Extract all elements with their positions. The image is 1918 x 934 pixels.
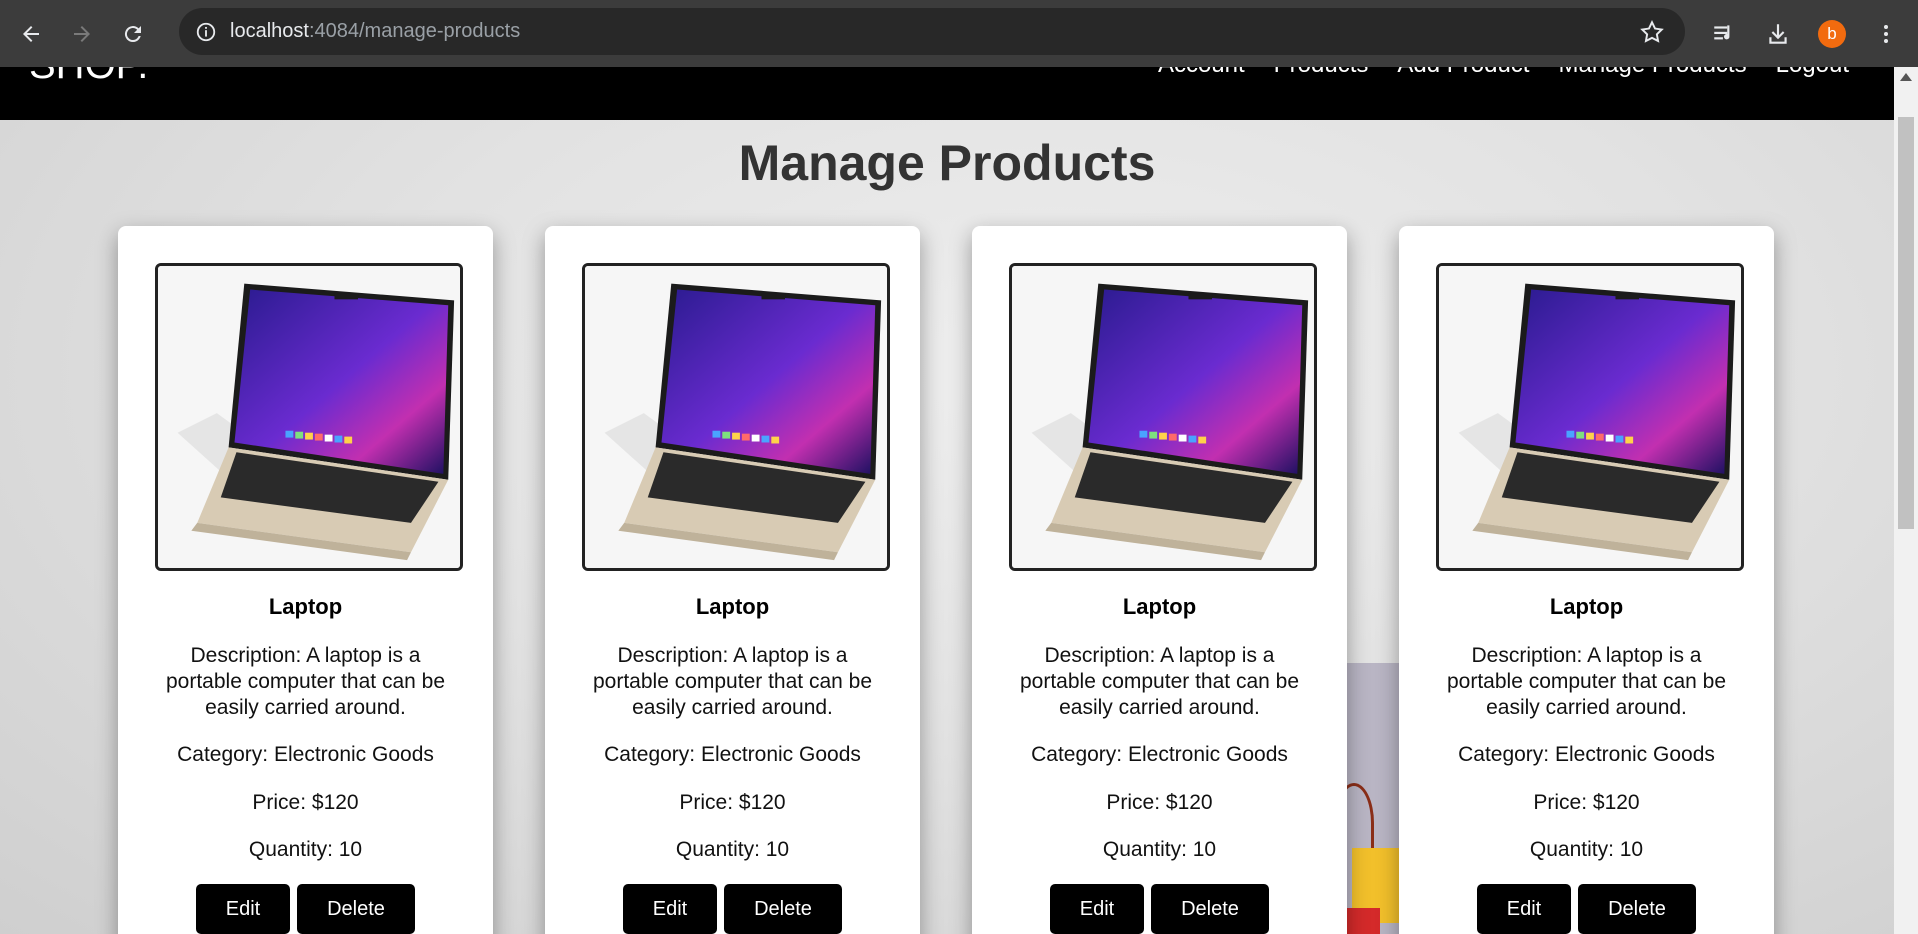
browser-actions: b <box>1710 0 1918 67</box>
product-category: Category: Electronic Goods <box>177 743 434 766</box>
url-host: localhost <box>230 20 309 42</box>
product-name: Laptop <box>1122 594 1197 619</box>
page-title: Manage Products <box>738 135 1156 191</box>
nav-links: Account Products Add Product Manage Prod… <box>1129 67 1849 84</box>
product-grid: Laptop Description: A laptop is a portab… <box>118 226 1774 934</box>
product-description: Description: A laptop is a portable comp… <box>592 644 872 719</box>
product-name: Laptop <box>1549 594 1624 619</box>
star-icon[interactable] <box>1639 19 1665 45</box>
media-queue-icon[interactable] <box>1710 20 1738 48</box>
page-viewport: SHOP. Account Products Add Product Manag… <box>0 67 1918 934</box>
nav-link-add-product[interactable]: Add Product <box>1397 67 1529 84</box>
product-description: Description: A laptop is a portable comp… <box>1446 644 1726 719</box>
product-image <box>582 263 890 571</box>
url-text[interactable]: localhost:4084/manage-products <box>230 20 520 43</box>
product-card: Laptop Description: A laptop is a portab… <box>972 226 1347 934</box>
product-card: Laptop Description: A laptop is a portab… <box>1399 226 1774 934</box>
edit-button[interactable]: Edit <box>196 884 290 934</box>
download-icon[interactable] <box>1764 20 1792 48</box>
product-quantity: Quantity: 10 <box>1529 838 1644 861</box>
reload-icon[interactable] <box>113 14 153 54</box>
product-description: Description: A laptop is a portable comp… <box>1019 644 1299 719</box>
delete-button[interactable]: Delete <box>1151 884 1269 934</box>
product-category: Category: Electronic Goods <box>1031 743 1288 766</box>
product-actions: Edit Delete <box>118 884 493 934</box>
product-image <box>1009 263 1317 571</box>
nav-link-products[interactable]: Products <box>1274 67 1369 84</box>
browser-toolbar: localhost:4084/manage-products b <box>0 0 1918 67</box>
page-scrollbar[interactable] <box>1894 67 1918 934</box>
product-quantity: Quantity: 10 <box>248 838 363 861</box>
product-quantity: Quantity: 10 <box>1102 838 1217 861</box>
product-category: Category: Electronic Goods <box>604 743 861 766</box>
product-name: Laptop <box>268 594 343 619</box>
kebab-menu-icon[interactable] <box>1872 20 1900 48</box>
product-quantity: Quantity: 10 <box>675 838 790 861</box>
nav-link-account[interactable]: Account <box>1158 67 1245 84</box>
back-arrow-icon[interactable] <box>11 14 51 54</box>
product-price: Price: $120 <box>252 791 359 814</box>
product-actions: Edit Delete <box>545 884 920 934</box>
info-icon[interactable] <box>194 20 218 44</box>
delete-button[interactable]: Delete <box>297 884 415 934</box>
address-bar[interactable]: localhost:4084/manage-products <box>179 8 1685 55</box>
product-actions: Edit Delete <box>1399 884 1774 934</box>
forward-arrow-icon[interactable] <box>62 14 102 54</box>
delete-button[interactable]: Delete <box>724 884 842 934</box>
product-image <box>1436 263 1744 571</box>
edit-button[interactable]: Edit <box>1477 884 1571 934</box>
product-card: Laptop Description: A laptop is a portab… <box>118 226 493 934</box>
scrollbar-thumb[interactable] <box>1898 117 1914 529</box>
product-image <box>155 263 463 571</box>
nav-link-logout[interactable]: Logout <box>1776 67 1849 84</box>
product-price: Price: $120 <box>1533 791 1640 814</box>
nav-link-manage-products[interactable]: Manage Products <box>1558 67 1746 84</box>
site-brand[interactable]: SHOP. <box>29 67 148 85</box>
product-category: Category: Electronic Goods <box>1458 743 1715 766</box>
edit-button[interactable]: Edit <box>1050 884 1144 934</box>
product-name: Laptop <box>695 594 770 619</box>
site-navbar: SHOP. Account Products Add Product Manag… <box>0 67 1894 120</box>
product-actions: Edit Delete <box>972 884 1347 934</box>
edit-button[interactable]: Edit <box>623 884 717 934</box>
delete-button[interactable]: Delete <box>1578 884 1696 934</box>
product-price: Price: $120 <box>679 791 786 814</box>
product-description: Description: A laptop is a portable comp… <box>165 644 445 719</box>
product-card: Laptop Description: A laptop is a portab… <box>545 226 920 934</box>
url-path: :4084/manage-products <box>308 20 521 42</box>
scroll-up-icon[interactable] <box>1900 73 1912 81</box>
profile-avatar[interactable]: b <box>1818 19 1846 48</box>
product-price: Price: $120 <box>1106 791 1213 814</box>
